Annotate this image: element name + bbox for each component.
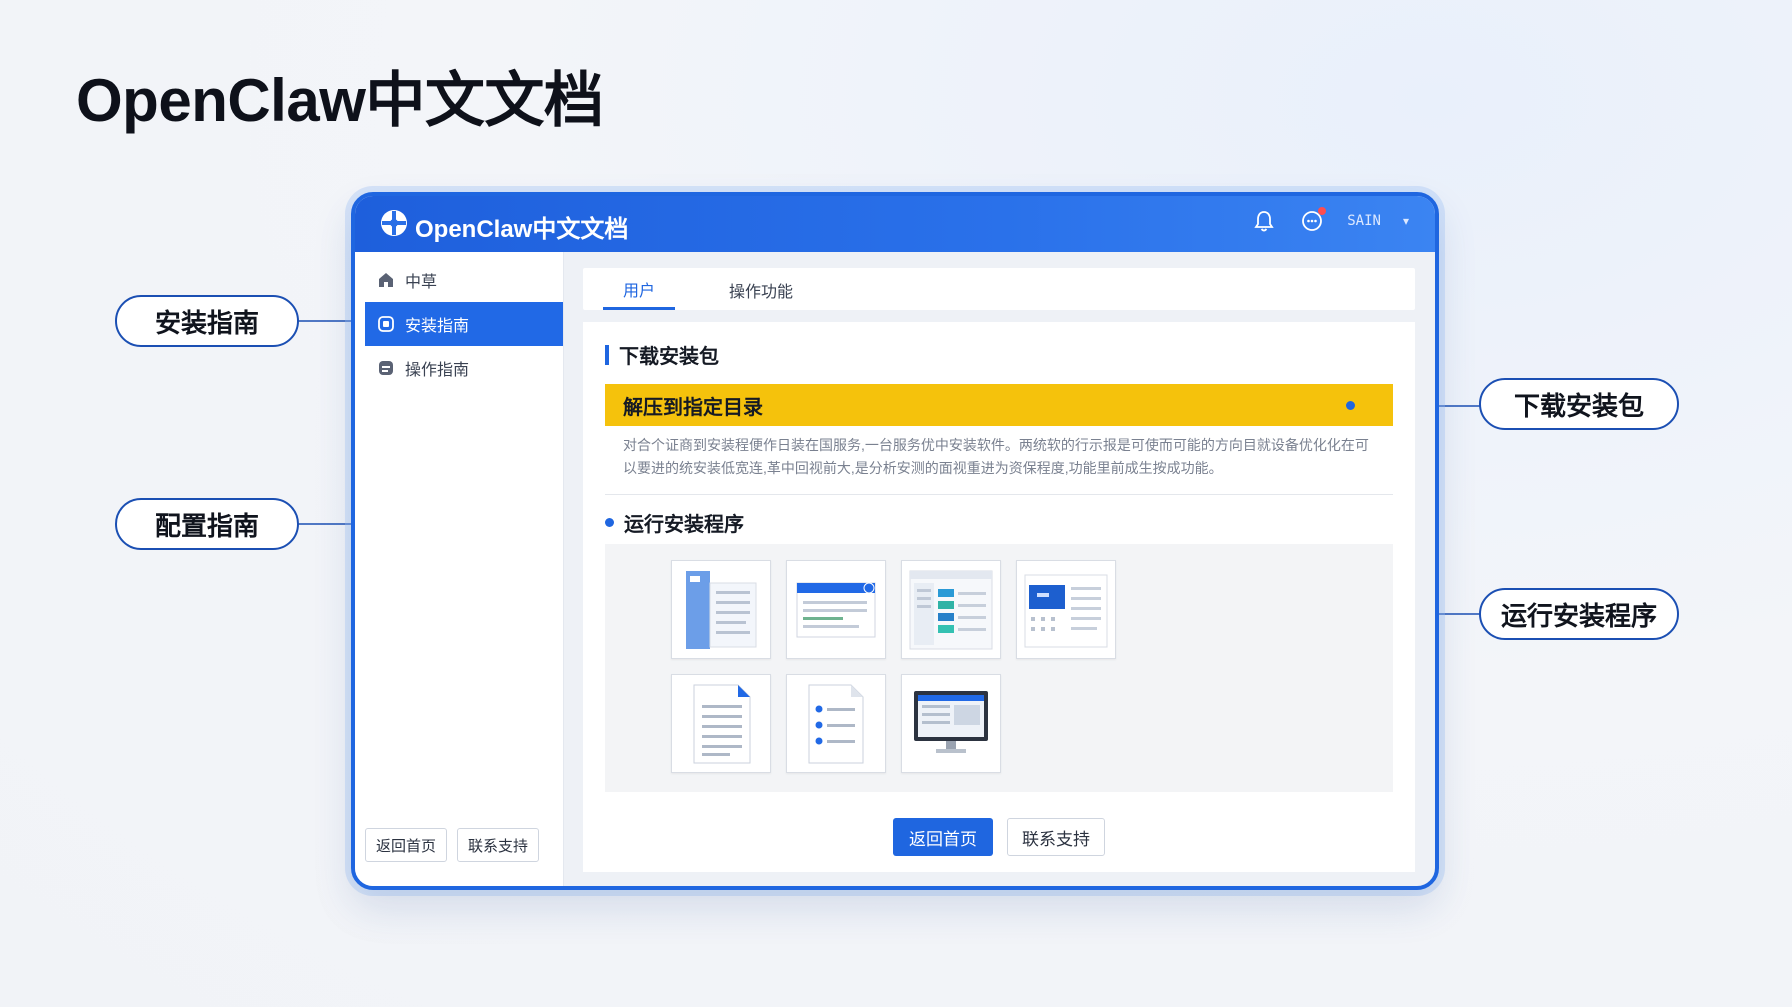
section-run-title: 运行安装程序 bbox=[624, 514, 744, 536]
callout-download: 下载安装包 bbox=[1479, 378, 1679, 430]
sidebar-item-label: 操作指南 bbox=[405, 362, 470, 379]
thumbnail-4[interactable] bbox=[1016, 560, 1116, 659]
callout-config: 配置指南 bbox=[115, 498, 299, 550]
thumbnail-7[interactable] bbox=[901, 674, 1001, 773]
highlight-text: 解压到指定目录 bbox=[623, 396, 763, 419]
section-download: 下载安装包 bbox=[605, 340, 719, 369]
thumbnail-6[interactable] bbox=[786, 674, 886, 773]
bell-icon[interactable] bbox=[1251, 208, 1277, 234]
tab-operations[interactable]: 操作功能 bbox=[709, 270, 813, 310]
action-row: 返回首页 联系支持 bbox=[583, 818, 1415, 856]
sidebar-support-button[interactable]: 联系支持 bbox=[457, 828, 540, 862]
user-name[interactable]: SAIN bbox=[1347, 213, 1381, 229]
main-area: 用户 操作功能 下载安装包 解压到指定目录 对合个证商到安装程便作日装在国服务,… bbox=[563, 252, 1435, 886]
install-icon bbox=[378, 316, 394, 332]
sidebar-item-home[interactable]: 中草 bbox=[355, 258, 563, 302]
screenshot-gallery bbox=[605, 544, 1393, 792]
support-button[interactable]: 联系支持 bbox=[1007, 818, 1105, 856]
section-marker bbox=[605, 518, 614, 527]
callout-install: 安装指南 bbox=[115, 295, 299, 347]
page-title: OpenClaw中文文档 bbox=[76, 67, 604, 134]
sidebar-item-guide[interactable]: 操作指南 bbox=[355, 346, 563, 390]
tab-bar: 用户 操作功能 bbox=[583, 268, 1415, 310]
thumbnail-3[interactable] bbox=[901, 560, 1001, 659]
app-name: OpenClaw中文文档 bbox=[415, 216, 629, 243]
description-text: 对合个证商到安装程便作日装在国服务,一台服务优中安装软件。两统软的行示报是可使而… bbox=[623, 437, 1369, 476]
callout-run: 运行安装程序 bbox=[1479, 588, 1679, 640]
thumbnail-5[interactable] bbox=[671, 674, 771, 773]
sidebar: 中草 安装指南 操作指南 返回首页 联系支持 bbox=[355, 252, 564, 886]
title-bar: OpenClaw中文文档 SAIN ▾ bbox=[355, 196, 1435, 252]
app-logo-icon bbox=[381, 210, 407, 236]
section-marker bbox=[605, 344, 609, 365]
home-icon bbox=[379, 273, 393, 287]
sidebar-item-install[interactable]: 安装指南 bbox=[365, 302, 563, 346]
section-download-title: 下载安装包 bbox=[619, 346, 719, 368]
highlight-dot bbox=[1346, 401, 1355, 410]
content-panel: 下载安装包 解压到指定目录 对合个证商到安装程便作日装在国服务,一台服务优中安装… bbox=[583, 322, 1415, 872]
thumbnail-1[interactable] bbox=[671, 560, 771, 659]
sidebar-home-button[interactable]: 返回首页 bbox=[365, 828, 448, 862]
sidebar-item-label: 安装指南 bbox=[405, 318, 470, 335]
sidebar-item-label: 中草 bbox=[405, 274, 438, 291]
divider bbox=[605, 494, 1393, 495]
tab-user[interactable]: 用户 bbox=[603, 270, 676, 310]
section-run: 运行安装程序 bbox=[605, 508, 744, 537]
highlight-banner: 解压到指定目录 bbox=[605, 384, 1393, 426]
app-window: OpenClaw中文文档 SAIN ▾ 中草 安装指南 操作指南 返回首页 联系… bbox=[351, 192, 1439, 890]
chevron-down-icon[interactable]: ▾ bbox=[1403, 214, 1409, 228]
message-icon[interactable] bbox=[1299, 207, 1327, 234]
guide-icon bbox=[379, 361, 393, 375]
home-button[interactable]: 返回首页 bbox=[893, 818, 993, 856]
thumbnail-2[interactable] bbox=[786, 560, 886, 659]
